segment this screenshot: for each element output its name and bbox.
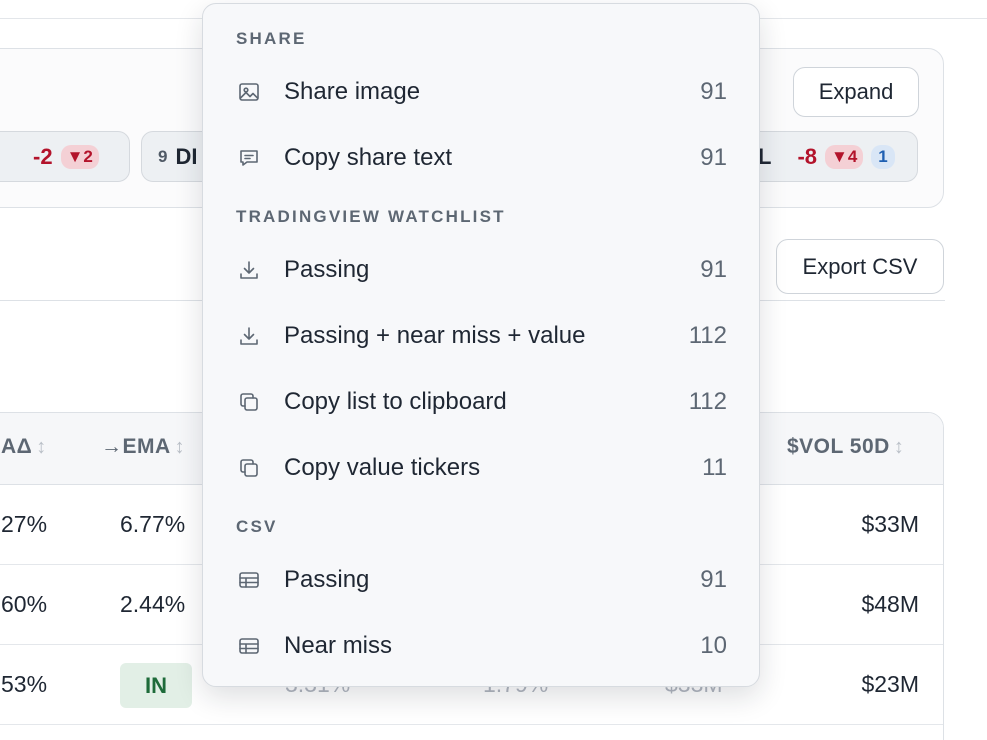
export-csv-button[interactable]: Export CSV — [776, 239, 944, 294]
menu-item-count: 91 — [700, 566, 727, 593]
table-cell: $23M — [861, 671, 919, 697]
menu-item-watchlist-passing-near-miss-value[interactable]: Passing + near miss + value 112 — [203, 306, 759, 366]
download-icon — [237, 258, 261, 282]
table-cell: 60% — [1, 591, 48, 617]
image-icon — [237, 80, 261, 104]
menu-item-count: 112 — [688, 388, 727, 415]
table-cell: 2.44% — [120, 591, 186, 617]
menu-item-count: 91 — [700, 256, 727, 283]
expand-button[interactable]: Expand — [793, 67, 919, 117]
sector-chip[interactable]: -2 ▼2 — [0, 131, 130, 182]
chip-down-badge: ▼2 — [60, 144, 99, 169]
menu-item-count: 11 — [702, 454, 727, 481]
menu-item-label: Copy list to clipboard — [284, 388, 507, 415]
menu-item-copy-value-tickers[interactable]: Copy value tickers 11 — [203, 438, 759, 498]
table-cell: 53% — [1, 671, 48, 697]
column-header[interactable]: $VOL 50D ↕ — [787, 435, 904, 459]
table-cell: 6.77% — [120, 511, 186, 537]
menu-item-copy-share-text[interactable]: Copy share text 91 — [203, 128, 759, 188]
chip-count: 9 — [158, 146, 168, 166]
table-cell: $48M — [861, 591, 919, 617]
message-icon — [237, 146, 261, 170]
chip-ticker: DI — [175, 143, 198, 169]
chip-info-badge: 1 — [871, 144, 895, 169]
menu-item-csv-passing[interactable]: Passing 91 — [203, 550, 759, 610]
menu-item-watchlist-passing[interactable]: Passing 91 — [203, 240, 759, 300]
section-title-share: SHARE — [236, 29, 307, 48]
menu-item-count: 91 — [700, 78, 727, 105]
download-icon — [237, 324, 261, 348]
menu-item-label: Copy share text — [284, 144, 453, 171]
menu-item-csv-near-miss[interactable]: Near miss 10 — [203, 616, 759, 676]
menu-item-share-image[interactable]: Share image 91 — [203, 62, 759, 122]
table-icon — [237, 568, 261, 592]
chip-ticker: L — [758, 143, 772, 169]
copy-icon — [237, 456, 261, 480]
menu-item-label: Near miss — [284, 632, 393, 659]
table-icon — [237, 634, 261, 658]
menu-item-count: 91 — [700, 144, 727, 171]
sort-icon: ↕ — [36, 436, 47, 458]
section-title-tradingview: TRADINGVIEW WATCHLIST — [236, 207, 506, 226]
menu-item-label: Copy value tickers — [284, 454, 481, 481]
menu-item-label: Passing — [284, 566, 370, 593]
share-export-menu: SHARE Share image 91 Copy share text 91 … — [202, 3, 760, 687]
table-cell: 27% — [1, 511, 48, 537]
menu-item-copy-list[interactable]: Copy list to clipboard 112 — [203, 372, 759, 432]
menu-item-count: 112 — [688, 322, 727, 349]
menu-item-count: 10 — [700, 632, 727, 659]
chip-down-badge: ▼4 — [825, 144, 864, 169]
chip-delta: -2 — [33, 143, 53, 169]
sort-icon: ↕ — [174, 436, 186, 458]
table-cell: $33M — [861, 511, 919, 537]
sector-chip[interactable]: L -8 ▼4 1 — [745, 131, 918, 182]
column-header[interactable]: →EMA ↕ — [101, 435, 185, 459]
copy-icon — [237, 390, 261, 414]
in-status-badge: IN — [120, 663, 192, 708]
section-title-csv: CSV — [236, 517, 278, 536]
chip-delta: -8 — [797, 143, 818, 169]
menu-item-label: Passing + near miss + value — [284, 322, 586, 349]
column-header[interactable]: AΔ ↕ — [1, 435, 47, 459]
menu-item-label: Passing — [284, 256, 370, 283]
sort-icon: ↕ — [893, 436, 905, 458]
menu-item-label: Share image — [284, 78, 421, 105]
